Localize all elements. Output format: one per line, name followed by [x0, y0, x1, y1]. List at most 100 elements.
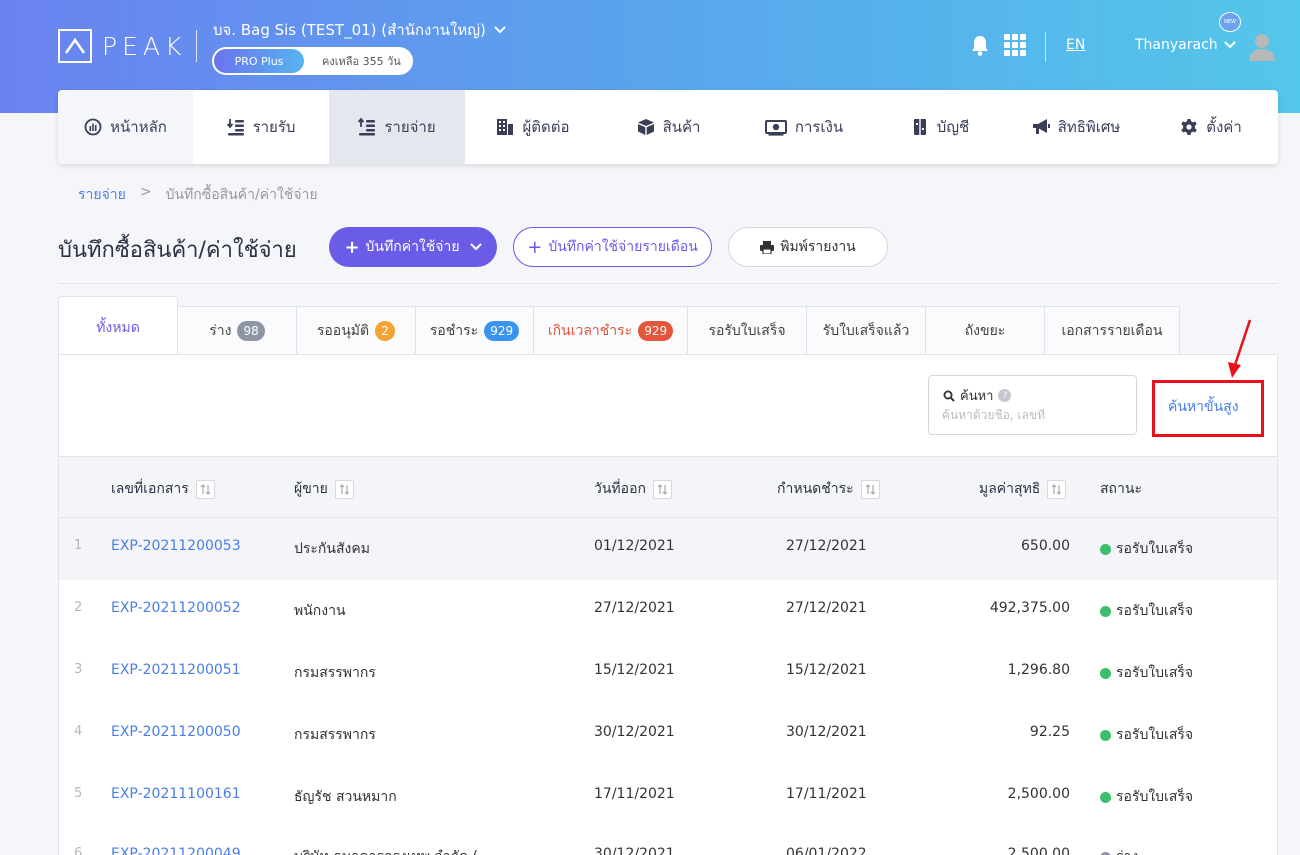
- tab-trash[interactable]: ถังขยะ: [926, 306, 1045, 355]
- gear-icon: [1181, 119, 1197, 135]
- print-report-label: พิมพ์รายงาน: [780, 239, 856, 255]
- user-name[interactable]: Thanyarach: [1135, 37, 1218, 53]
- sort-icon[interactable]: [334, 479, 354, 499]
- table-row[interactable]: 2 EXP-20211200052 พนักงาน 27/12/2021 27/…: [59, 580, 1277, 642]
- logo-text: PEAK: [102, 31, 187, 61]
- breadcrumb-separator: >: [139, 184, 152, 200]
- table-row[interactable]: 3 EXP-20211200051 กรมสรรพากร 15/12/2021 …: [59, 642, 1277, 704]
- avatar[interactable]: [1248, 31, 1276, 61]
- tab-awaiting-payment[interactable]: รอชำระ 929: [416, 306, 534, 355]
- sort-icon[interactable]: [1047, 479, 1067, 499]
- doc-number-link[interactable]: EXP-20211200051: [111, 662, 241, 678]
- status-label: ร่าง: [1116, 846, 1138, 855]
- tab-label: เอกสารรายเดือน: [1061, 322, 1163, 339]
- nav-finance[interactable]: การเงิน: [736, 90, 872, 164]
- column-label: สถานะ: [1100, 481, 1142, 497]
- doc-number-link[interactable]: EXP-20211200050: [111, 724, 241, 740]
- contacts-icon: [497, 119, 514, 135]
- nav-expense[interactable]: รายจ่าย: [329, 90, 465, 164]
- tab-awaiting-approval[interactable]: รออนุมัติ 2: [297, 306, 416, 355]
- column-header-vendor[interactable]: ผู้ขาย: [294, 478, 354, 500]
- row-number: 1: [74, 538, 83, 553]
- status-dot: [1100, 605, 1111, 617]
- status-label: รอรับใบเสร็จ: [1116, 789, 1194, 805]
- column-header-due-date[interactable]: กำหนดชำระ: [777, 478, 880, 500]
- nav-privileges[interactable]: สิทธิพิเศษ: [1008, 90, 1144, 164]
- language-switch[interactable]: EN: [1066, 37, 1085, 53]
- sort-icon[interactable]: [652, 479, 672, 499]
- vendor-name: ประกันสังคม: [294, 541, 370, 557]
- vendor-name: พนักงาน: [294, 603, 346, 619]
- nav-accounting[interactable]: บัญชี: [872, 90, 1008, 164]
- user-chevron-down-icon[interactable]: [1224, 41, 1236, 49]
- print-report-button[interactable]: พิมพ์รายงาน: [728, 227, 888, 267]
- due-date: 06/01/2022: [786, 846, 867, 855]
- nav-label: บัญชี: [936, 118, 970, 136]
- tab-all[interactable]: ทั้งหมด: [58, 296, 178, 355]
- breadcrumb-current: บันทึกซื้อสินค้า/ค่าใช้จ่าย: [165, 187, 318, 203]
- column-header-status: สถานะ: [1100, 478, 1142, 500]
- due-date: 30/12/2021: [786, 724, 867, 740]
- tab-draft[interactable]: ร่าง 98: [178, 306, 297, 355]
- tab-overdue[interactable]: เกินเวลาชำระ 929: [534, 306, 688, 355]
- search-input[interactable]: [942, 408, 1122, 422]
- column-header-net-amount[interactable]: มูลค่าสุทธิ: [979, 478, 1067, 500]
- tab-awaiting-receipt[interactable]: รอรับใบเสร็จ: [688, 306, 807, 355]
- doc-number-link[interactable]: EXP-20211100161: [111, 786, 241, 802]
- column-header-issue-date[interactable]: วันที่ออก: [594, 478, 672, 500]
- status-label: รอรับใบเสร็จ: [1116, 541, 1194, 557]
- tab-label: ร่าง: [209, 322, 232, 339]
- due-date: 15/12/2021: [786, 662, 867, 678]
- chevron-down-icon: [469, 243, 482, 251]
- row-number: 6: [74, 846, 83, 855]
- status-label: รอรับใบเสร็จ: [1116, 727, 1194, 743]
- header-divider: [1045, 32, 1046, 62]
- nav-home[interactable]: หน้าหลัก: [58, 90, 193, 164]
- vendor-name: ธัญรัช สวนหมาก: [294, 789, 397, 805]
- breadcrumb: รายจ่าย > บันทึกซื้อสินค้า/ค่าใช้จ่าย: [78, 184, 318, 206]
- doc-number-link[interactable]: EXP-20211200053: [111, 538, 241, 554]
- tab-label: ถังขยะ: [964, 322, 1006, 339]
- search-box[interactable]: ค้นหา ?: [928, 375, 1137, 435]
- sort-icon[interactable]: [195, 479, 215, 499]
- app-grid-icon[interactable]: [1004, 34, 1026, 56]
- vendor-name: กรมสรรพากร: [294, 665, 376, 681]
- issue-date: 27/12/2021: [594, 600, 675, 616]
- breadcrumb-parent[interactable]: รายจ่าย: [78, 184, 126, 206]
- bell-icon[interactable]: [970, 34, 990, 56]
- nav-income[interactable]: รายรับ: [193, 90, 329, 164]
- issue-date: 30/12/2021: [594, 724, 675, 740]
- table-row[interactable]: 6 EXP-20211200049 บริษัท ธนาคารกรุงเทพ จ…: [59, 826, 1277, 855]
- tab-receipt-received[interactable]: รับใบเสร็จแล้ว: [807, 306, 926, 355]
- nav-label: การเงิน: [794, 118, 844, 136]
- plus-icon: +: [527, 236, 543, 258]
- sort-icon[interactable]: [860, 479, 880, 499]
- table-row[interactable]: 1 EXP-20211200053 ประกันสังคม 01/12/2021…: [59, 518, 1277, 580]
- table-row[interactable]: 4 EXP-20211200050 กรมสรรพากร 30/12/2021 …: [59, 704, 1277, 766]
- nav-label: ผู้ติดต่อ: [522, 118, 570, 136]
- nav-settings[interactable]: ตั้งค่า: [1144, 90, 1278, 164]
- add-expense-button[interactable]: + บันทึกค่าใช้จ่าย: [329, 227, 497, 267]
- status: ร่าง: [1100, 846, 1138, 855]
- doc-number-link[interactable]: EXP-20211200049: [111, 846, 241, 855]
- advanced-search-link[interactable]: ค้นหาขั้นสูง: [1152, 380, 1264, 437]
- issue-date: 15/12/2021: [594, 662, 675, 678]
- peak-logo[interactable]: PEAK: [58, 29, 186, 63]
- tab-label: รอชำระ: [429, 322, 479, 339]
- company-selector[interactable]: บจ. Bag Sis (TEST_01) (สำนักงานใหญ่): [213, 18, 506, 42]
- plan-remaining: คงเหลือ 355 วัน: [322, 55, 401, 68]
- plan-pill[interactable]: PRO Plus คงเหลือ 355 วัน: [212, 47, 413, 75]
- due-date: 17/11/2021: [786, 786, 867, 802]
- table-row[interactable]: 5 EXP-20211100161 ธัญรัช สวนหมาก 17/11/2…: [59, 766, 1277, 828]
- nav-contacts[interactable]: ผู้ติดต่อ: [465, 90, 601, 164]
- nav-label: ตั้งค่า: [1206, 118, 1242, 136]
- column-header-doc[interactable]: เลขที่เอกสาร: [111, 478, 215, 500]
- nav-products[interactable]: สินค้า: [601, 90, 736, 164]
- doc-number-link[interactable]: EXP-20211200052: [111, 600, 241, 616]
- monthly-expense-button[interactable]: + บันทึกค่าใช้จ่ายรายเดือน: [513, 227, 712, 267]
- advanced-search-label: ค้นหาขั้นสูง: [1168, 399, 1239, 415]
- expense-icon: [358, 118, 376, 136]
- help-icon[interactable]: ?: [998, 389, 1012, 402]
- status-dot: [1100, 791, 1111, 803]
- tab-monthly-documents[interactable]: เอกสารรายเดือน: [1045, 306, 1180, 355]
